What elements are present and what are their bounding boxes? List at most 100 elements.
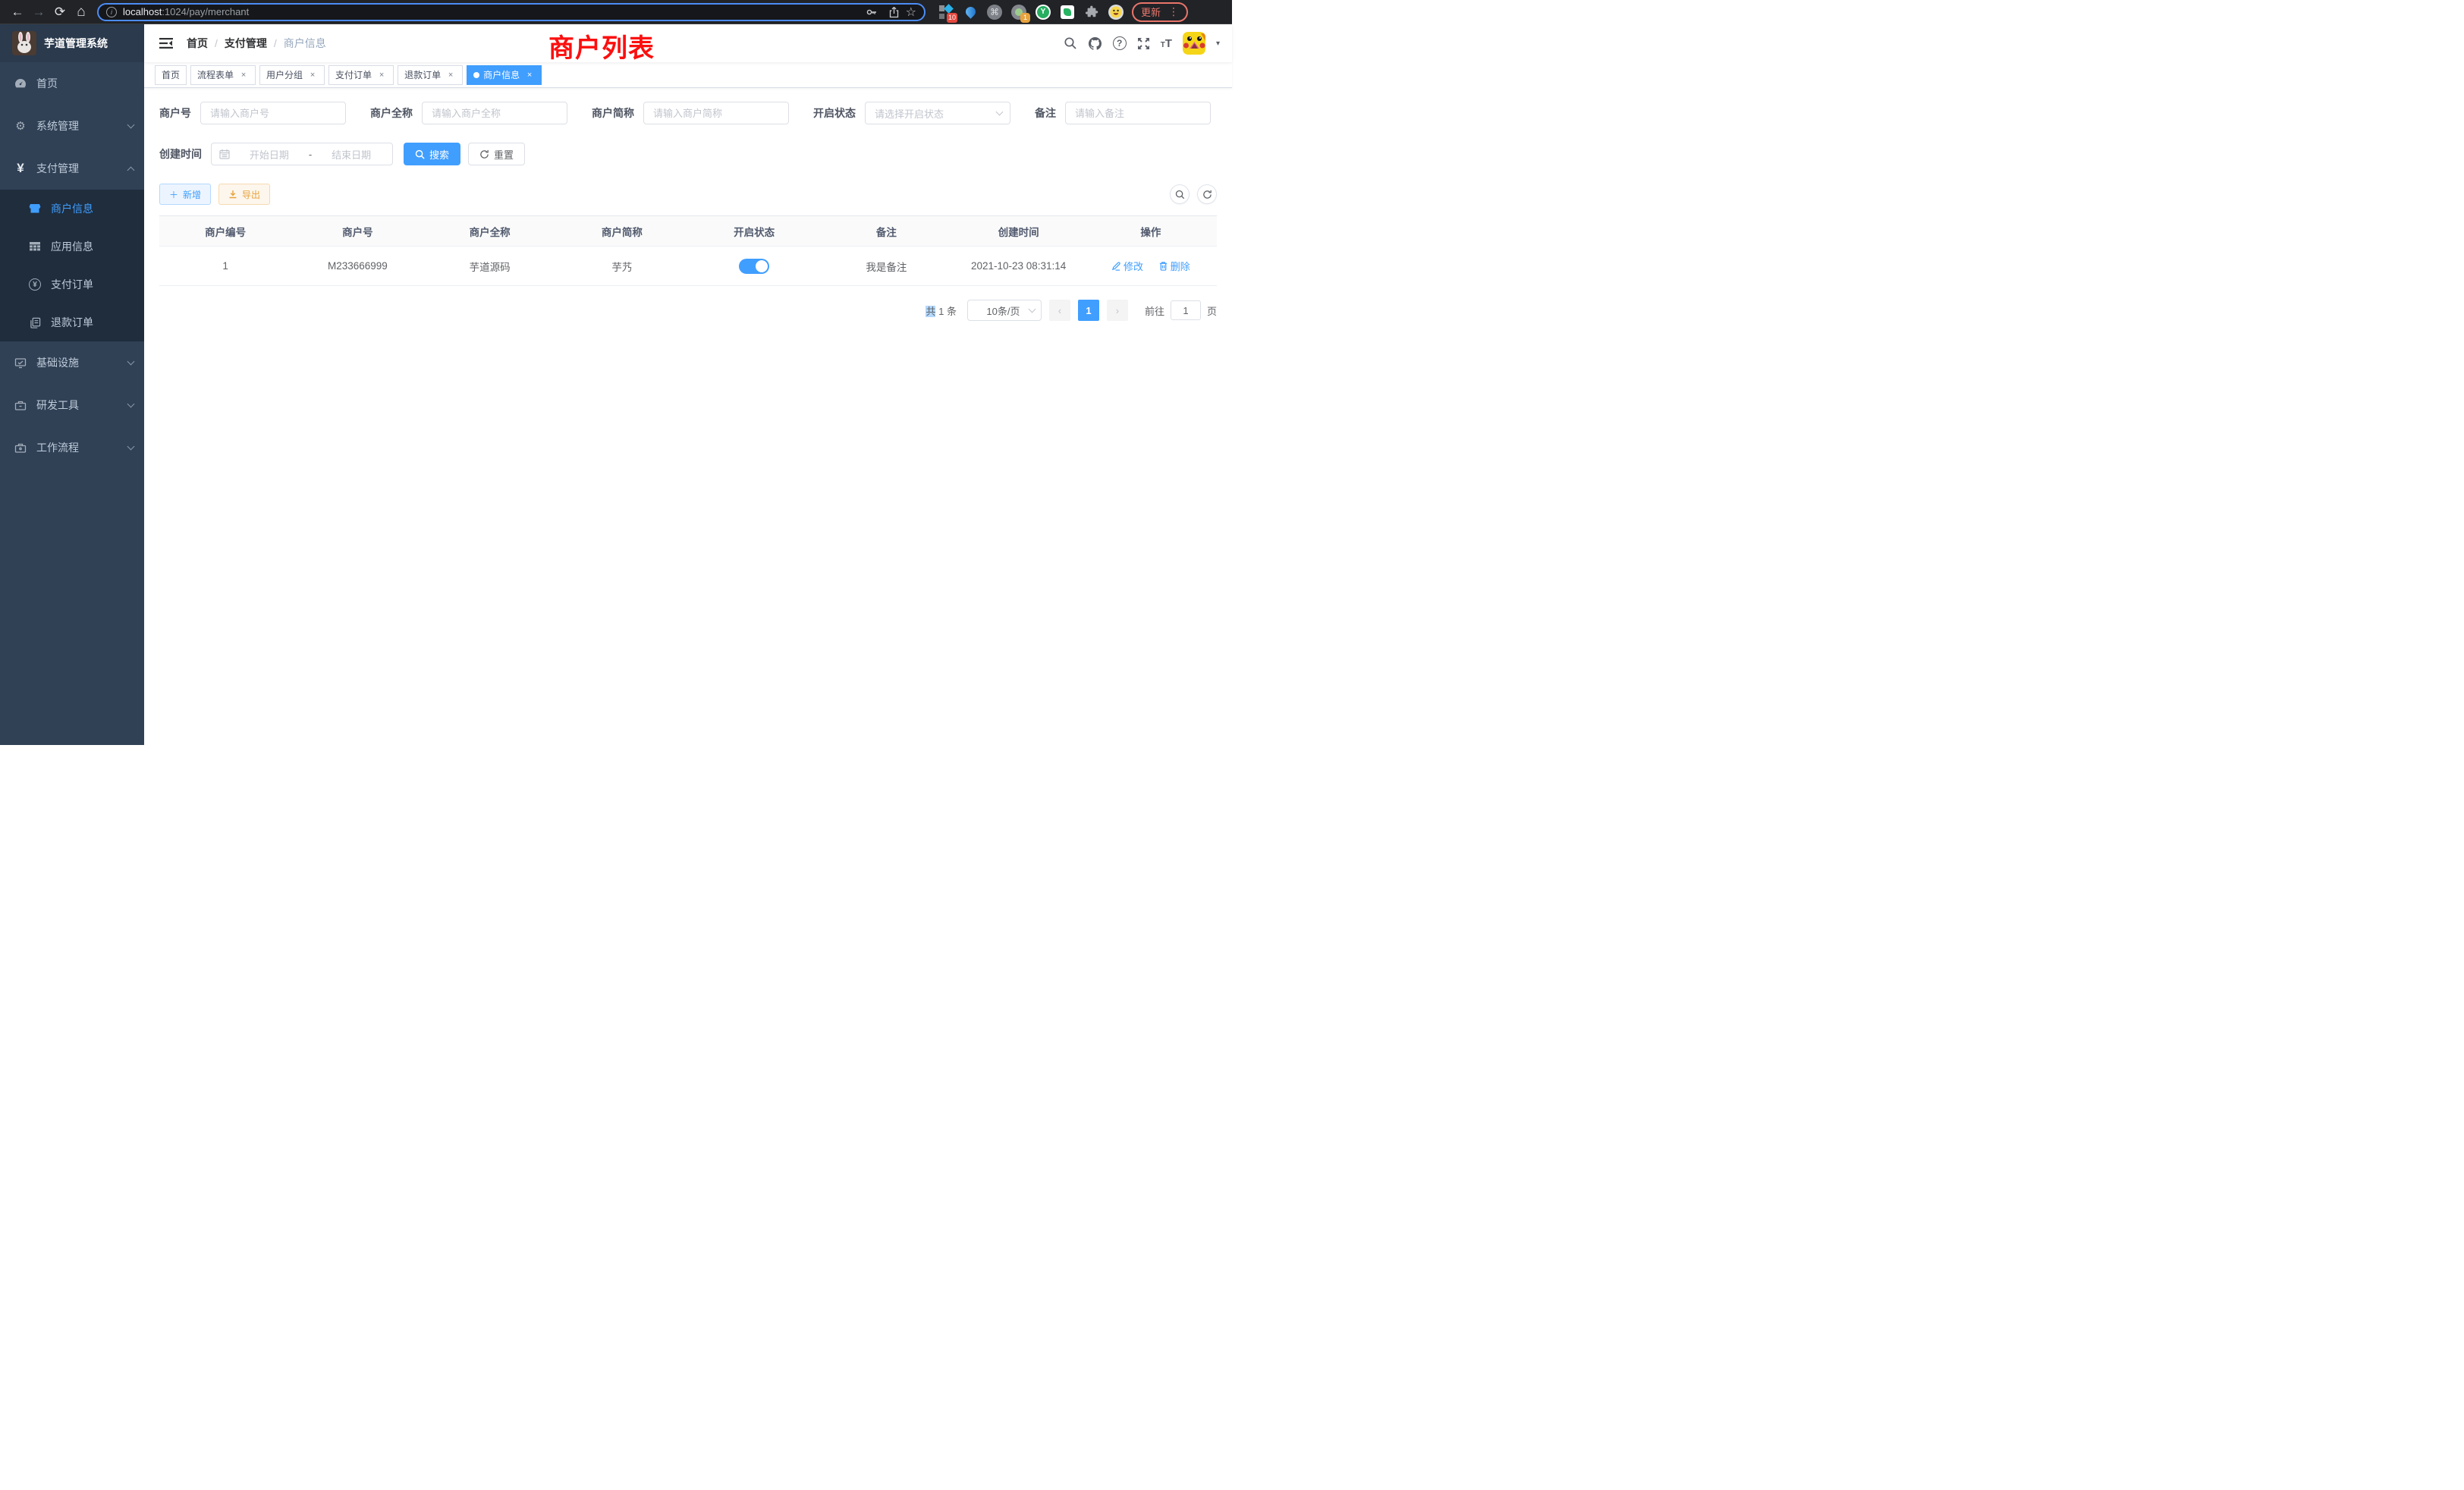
show-search-button[interactable] <box>1170 184 1190 204</box>
tab-refund-order[interactable]: 退款订单× <box>398 65 463 85</box>
tab-home[interactable]: 首页 <box>155 65 187 85</box>
breadcrumb: 首页 / 支付管理 / 商户信息 <box>187 36 326 51</box>
merchant-short-name-input[interactable] <box>643 102 789 124</box>
browser-update-button[interactable]: 更新 ⋮ <box>1132 2 1188 22</box>
sidebar-item-label: 首页 <box>36 76 134 91</box>
cell-merchant-no: M233666999 <box>291 247 423 286</box>
font-size-icon[interactable]: TT <box>1161 37 1172 50</box>
search-button-label: 搜索 <box>429 147 449 162</box>
close-icon[interactable]: × <box>376 70 387 80</box>
sidebar-item-system[interactable]: ⚙ 系统管理 <box>0 105 144 147</box>
bookmark-star-icon[interactable]: ☆ <box>906 5 916 20</box>
extension-badge: 1 <box>1020 13 1030 23</box>
cell-create-time: 2021-10-23 08:31:14 <box>953 247 1085 286</box>
tab-user-group[interactable]: 用户分组 × <box>259 65 325 85</box>
create-time-range-picker[interactable]: 开始日期 - 结束日期 <box>211 143 393 165</box>
goto-label: 前往 <box>1145 303 1164 318</box>
refresh-table-button[interactable] <box>1197 184 1217 204</box>
header-search-icon[interactable] <box>1064 36 1077 50</box>
browser-back-button[interactable]: ← <box>8 2 27 22</box>
grid-icon <box>28 240 42 253</box>
extension-recorder-icon[interactable]: 1 <box>1010 4 1027 20</box>
sidebar-item-refund-order[interactable]: 退款订单 <box>0 303 144 341</box>
sidebar-item-payment[interactable]: ¥ 支付管理 <box>0 147 144 190</box>
chevron-down-icon <box>127 357 135 365</box>
forward-icon: → <box>33 5 46 20</box>
browser-menu-icon[interactable]: ⋮ <box>1168 5 1179 18</box>
top-navbar: 首页 / 支付管理 / 商户信息 ? TT <box>144 24 1232 62</box>
active-dot-icon <box>473 72 479 78</box>
export-button[interactable]: 导出 <box>218 184 270 205</box>
refresh-icon <box>479 149 489 159</box>
search-button[interactable]: 搜索 <box>404 143 460 165</box>
tab-flow-form[interactable]: 流程表单× <box>190 65 256 85</box>
delete-label: 删除 <box>1171 259 1190 273</box>
export-button-label: 导出 <box>242 188 260 201</box>
browser-home-button[interactable]: ⌂ <box>71 2 91 22</box>
app-logo[interactable]: 芋道管理系统 <box>0 24 144 62</box>
extension-y-icon[interactable]: Y <box>1035 4 1051 20</box>
sidebar-toggle-button[interactable] <box>159 37 173 49</box>
page-size-value: 10条/页 <box>977 303 1029 318</box>
tab-label: 首页 <box>162 68 180 81</box>
extension-command-icon[interactable]: ⌘ <box>986 4 1003 20</box>
page-1-button[interactable]: 1 <box>1078 300 1099 321</box>
close-icon[interactable]: × <box>445 70 456 80</box>
extensions-menu-button[interactable] <box>1083 4 1100 20</box>
breadcrumb-home[interactable]: 首页 <box>187 36 208 51</box>
close-icon[interactable]: × <box>524 70 535 80</box>
reset-button[interactable]: 重置 <box>468 143 525 165</box>
add-button[interactable]: ＋ 新增 <box>159 184 211 205</box>
merchant-no-input[interactable] <box>200 102 346 124</box>
end-date-placeholder: 结束日期 <box>318 147 385 162</box>
update-label: 更新 <box>1141 5 1161 19</box>
sidebar-item-pay-order[interactable]: ¥ 支付订单 <box>0 266 144 303</box>
next-page-button[interactable]: › <box>1107 300 1128 321</box>
github-icon[interactable] <box>1088 36 1102 51</box>
documents-icon <box>28 317 42 328</box>
remark-input[interactable] <box>1065 102 1211 124</box>
user-avatar[interactable] <box>1183 32 1205 55</box>
password-key-icon[interactable] <box>866 6 878 18</box>
sidebar-item-merchant-info[interactable]: 商户信息 <box>0 190 144 228</box>
column-header: 创建时间 <box>953 216 1085 247</box>
green-glyph-icon <box>1064 8 1071 16</box>
sidebar-item-workflow[interactable]: 工作流程 <box>0 426 144 469</box>
browser-reload-button[interactable]: ⟳ <box>50 2 70 22</box>
avatar-caret-icon[interactable]: ▾ <box>1216 39 1220 48</box>
close-icon[interactable]: × <box>307 70 318 80</box>
edit-link[interactable]: 修改 <box>1111 259 1143 273</box>
goto-page-input[interactable] <box>1171 300 1201 320</box>
pagination-goto: 前往 页 <box>1145 300 1217 320</box>
tab-label: 用户分组 <box>266 68 303 81</box>
sidebar-item-dev-tools[interactable]: 研发工具 <box>0 384 144 426</box>
breadcrumb-payment[interactable]: 支付管理 <box>225 36 267 51</box>
extension-drop-icon[interactable] <box>962 4 979 20</box>
site-info-icon[interactable]: i <box>106 7 117 17</box>
profile-avatar-button[interactable] <box>1108 4 1124 20</box>
tab-merchant-info[interactable]: 商户信息× <box>467 65 542 85</box>
sidebar-item-infrastructure[interactable]: 基础设施 <box>0 341 144 384</box>
sidebar-item-home[interactable]: 首页 <box>0 62 144 105</box>
extension-green-icon[interactable] <box>1059 4 1076 20</box>
chevron-down-icon <box>127 121 135 128</box>
share-icon[interactable] <box>888 6 900 18</box>
address-bar[interactable]: i localhost:1024/pay/merchant ☆ <box>97 3 926 21</box>
tab-pay-order[interactable]: 支付订单× <box>328 65 394 85</box>
prev-page-button[interactable]: ‹ <box>1049 300 1070 321</box>
delete-link[interactable]: 删除 <box>1158 259 1190 273</box>
merchant-full-name-input[interactable] <box>422 102 567 124</box>
page-size-select[interactable]: 10条/页 <box>967 300 1042 321</box>
help-icon[interactable]: ? <box>1113 36 1127 50</box>
fullscreen-icon[interactable] <box>1137 37 1150 50</box>
column-header: 商户号 <box>291 216 423 247</box>
status-select[interactable]: 请选择开启状态 <box>865 102 1010 124</box>
extension-devtools-icon[interactable]: 10 <box>938 4 954 20</box>
sidebar-item-app-info[interactable]: 应用信息 <box>0 228 144 266</box>
yen-circle-icon: ¥ <box>28 278 42 291</box>
column-header: 商户编号 <box>159 216 291 247</box>
browser-forward-button[interactable]: → <box>29 2 49 22</box>
close-icon[interactable]: × <box>238 70 249 80</box>
tags-view-bar: 首页 流程表单× 用户分组 × 支付订单× 退款订单× 商户信息× <box>144 62 1232 88</box>
status-toggle[interactable] <box>739 259 769 274</box>
